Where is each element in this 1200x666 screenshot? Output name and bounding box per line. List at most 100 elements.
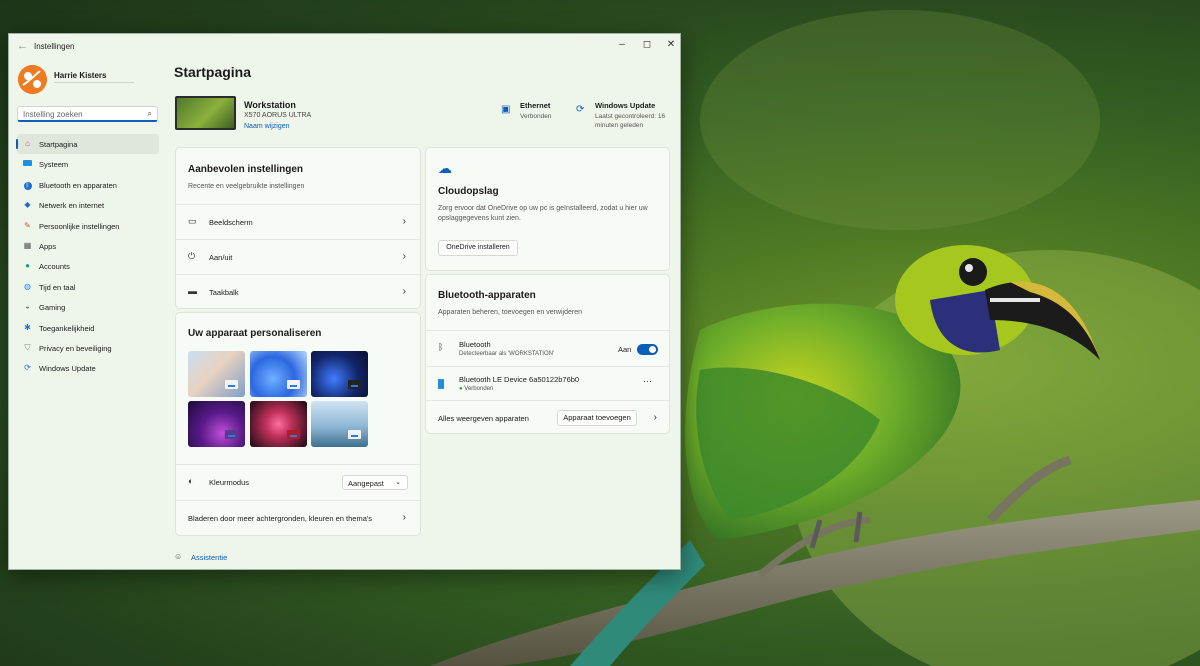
search-icon[interactable]: ⌕ bbox=[148, 109, 152, 119]
row-kleurmodus: ◐ Kleurmodus Aangepast ⌄ bbox=[176, 464, 420, 500]
row-aan-uit[interactable]: ⏻ Aan/uit › bbox=[176, 239, 420, 274]
power-icon: ⏻ bbox=[188, 251, 196, 261]
cloud-icon: ☁ bbox=[438, 160, 452, 176]
add-device-button[interactable]: Apparaat toevoegen bbox=[557, 410, 637, 426]
update-status: Laatst gecontroleerd: 16 minuten geleden bbox=[595, 113, 666, 129]
update-title: Windows Update bbox=[595, 101, 656, 110]
color-mode-select[interactable]: Aangepast ⌄ bbox=[342, 475, 408, 490]
chevron-right-icon: › bbox=[402, 512, 406, 523]
sync-icon: ⟳ bbox=[576, 104, 585, 115]
sidebar-item-startpagina[interactable]: ⌂ Startpagina bbox=[16, 134, 159, 155]
window-title: Instellingen bbox=[34, 42, 75, 51]
device-status: ● Verbonden bbox=[459, 386, 493, 392]
bluetooth-discoverable: Detecteerbaar als 'WORKSTATION' bbox=[459, 351, 555, 357]
theme-thumbnail-5[interactable] bbox=[250, 401, 307, 447]
sidebar-item-systeem[interactable]: Systeem bbox=[17, 154, 159, 174]
chevron-right-icon[interactable]: › bbox=[654, 412, 657, 423]
sidebar-item-persoonlijk[interactable]: ✎ Persoonlijke instellingen bbox=[17, 216, 159, 236]
device-name: Workstation bbox=[244, 100, 296, 110]
row-label: Kleurmodus bbox=[209, 478, 250, 487]
row-label: Bladeren door meer achtergronden, kleure… bbox=[188, 514, 373, 523]
minimize-icon[interactable]: – bbox=[611, 38, 633, 52]
sidebar-item-apps[interactable]: ▦ Apps bbox=[17, 236, 159, 256]
theme-thumbnail-3[interactable] bbox=[311, 351, 368, 397]
shield-icon: ⛉ bbox=[24, 342, 31, 352]
phone-icon bbox=[438, 379, 449, 389]
color-palette-icon: ◐ bbox=[188, 476, 194, 486]
gaming-icon: ◒ bbox=[25, 302, 30, 312]
sidebar-nav: ⌂ Startpagina Systeem ᛒ Bluetooth en app… bbox=[16, 134, 159, 379]
bluetooth-card: Bluetooth-apparaten Apparaten beheren, t… bbox=[425, 274, 670, 434]
chevron-down-icon: ⌄ bbox=[395, 479, 401, 486]
maximize-icon[interactable]: ◻ bbox=[636, 38, 658, 52]
sidebar-item-label: Startpagina bbox=[39, 140, 78, 149]
bluetooth-icon: ᛒ bbox=[438, 342, 444, 352]
taskbar-icon: ▬ bbox=[188, 286, 197, 296]
home-icon: ⌂ bbox=[25, 139, 30, 148]
sidebar-item-gaming[interactable]: ◒ Gaming bbox=[17, 297, 159, 317]
sidebar-item-label: Apps bbox=[39, 241, 57, 251]
page-title: Startpagina bbox=[174, 64, 252, 80]
avatar[interactable] bbox=[18, 65, 47, 94]
device-name: Bluetooth LE Device 6a50122b76b0 bbox=[459, 375, 580, 384]
card-subtitle: Apparaten beheren, toevoegen en verwijde… bbox=[438, 309, 582, 316]
display-icon: ▭ bbox=[188, 216, 197, 226]
sidebar-item-bluetooth[interactable]: ᛒ Bluetooth en apparaten bbox=[17, 175, 159, 195]
rename-link[interactable]: Naam wijzigen bbox=[244, 123, 290, 130]
accessibility-icon: ✱ bbox=[24, 322, 31, 332]
device-model: X570 AORUS ULTRA bbox=[244, 112, 312, 119]
card-title: Cloudopslag bbox=[438, 186, 499, 197]
sidebar-item-windows-update[interactable]: ⟳ Windows Update bbox=[17, 358, 159, 378]
brush-icon: ✎ bbox=[24, 220, 31, 230]
ethernet-status: Verbonden bbox=[520, 113, 552, 120]
sidebar-item-netwerk[interactable]: ◆ Netwerk en internet bbox=[17, 195, 159, 215]
install-onedrive-button[interactable]: OneDrive installeren bbox=[438, 240, 518, 256]
chevron-right-icon: › bbox=[402, 286, 406, 297]
row-bt-footer: Alles weergeven apparaten Apparaat toevo… bbox=[426, 400, 669, 434]
profile-email-redacted bbox=[54, 82, 134, 87]
select-value: Aangepast bbox=[348, 479, 384, 488]
apps-icon: ▦ bbox=[23, 240, 32, 250]
device-status-text: Verbonden bbox=[464, 386, 494, 392]
theme-thumbnail-6[interactable] bbox=[311, 401, 368, 447]
sidebar-item-accounts[interactable]: ● Accounts bbox=[17, 256, 159, 276]
title-bar: ← Instellingen – ◻ ✕ bbox=[9, 34, 680, 60]
theme-thumbnail-4[interactable] bbox=[188, 401, 245, 447]
row-taakbalk[interactable]: ▬ Taakbalk › bbox=[176, 274, 420, 309]
globe-icon: ◍ bbox=[24, 281, 31, 291]
row-more-backgrounds[interactable]: Bladeren door meer achtergronden, kleure… bbox=[176, 500, 420, 536]
cloud-card: ☁ Cloudopslag Zorg ervoor dat OneDrive o… bbox=[425, 147, 670, 271]
sidebar-item-tijd[interactable]: ◍ Tijd en taal bbox=[17, 277, 159, 297]
row-bluetooth-toggle: ᛒ Bluetooth Detecteerbaar als 'WORKSTATI… bbox=[426, 330, 669, 366]
row-beeldscherm[interactable]: ▭ Beeldscherm › bbox=[176, 204, 420, 239]
more-options-icon[interactable]: ··· bbox=[643, 376, 652, 386]
bluetooth-label: Bluetooth bbox=[459, 340, 491, 349]
bluetooth-toggle[interactable] bbox=[637, 344, 658, 355]
row-bt-device[interactable]: Bluetooth LE Device 6a50122b76b0 ● Verbo… bbox=[426, 366, 669, 400]
sidebar-item-toegankelijkheid[interactable]: ✱ Toegankelijkheid bbox=[17, 318, 159, 338]
sidebar-item-label: Systeem bbox=[39, 160, 69, 170]
theme-thumbnail-2[interactable] bbox=[250, 351, 307, 397]
sidebar-item-privacy[interactable]: ⛉ Privacy en beveiliging bbox=[17, 338, 159, 358]
sidebar-item-label: Netwerk en internet bbox=[39, 201, 105, 211]
theme-thumbnail-1[interactable] bbox=[188, 351, 245, 397]
search-input[interactable]: Instelling zoeken bbox=[23, 110, 83, 119]
row-label: Aan/uit bbox=[209, 253, 233, 262]
sidebar-item-label: Privacy en beveiliging bbox=[39, 343, 112, 353]
row-label: Beeldscherm bbox=[209, 218, 253, 227]
personalize-card: Uw apparaat personaliseren ◐ Kleurmodus … bbox=[175, 312, 421, 536]
search-box[interactable]: Instelling zoeken ⌕ bbox=[17, 106, 158, 122]
recommended-card: Aanbevolen instellingen Recente en veelg… bbox=[175, 147, 421, 309]
connected-dot-icon: ● bbox=[459, 386, 463, 392]
card-description: Zorg ervoor dat OneDrive op uw pc is geï… bbox=[438, 205, 648, 222]
sidebar-item-label: Windows Update bbox=[39, 364, 96, 374]
help-link[interactable]: Assistentie bbox=[191, 553, 227, 562]
ethernet-title: Ethernet bbox=[520, 101, 551, 110]
close-icon[interactable]: ✕ bbox=[660, 38, 680, 52]
sidebar-item-label: Accounts bbox=[39, 262, 70, 272]
show-all-devices-link[interactable]: Alles weergeven apparaten bbox=[438, 414, 529, 423]
profile-name: Harrie Kisters bbox=[54, 71, 107, 80]
back-arrow-icon[interactable]: ← bbox=[17, 40, 28, 52]
system-icon bbox=[23, 159, 32, 168]
row-label: Taakbalk bbox=[209, 288, 239, 297]
